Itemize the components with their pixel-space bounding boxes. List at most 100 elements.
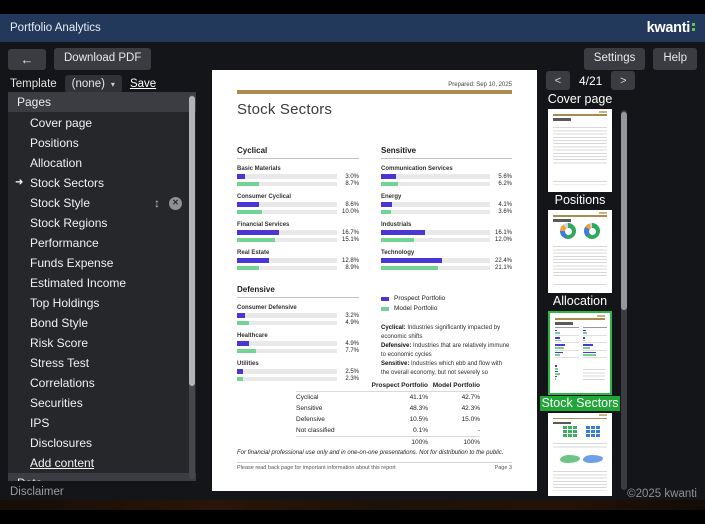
- defensive-section: DefensiveConsumer Defensive3.2%4.9%Healt…: [237, 285, 359, 382]
- mini-world-map: [583, 455, 603, 463]
- thumbnail-label-cover-page[interactable]: Cover page: [548, 92, 613, 107]
- prospect-bar: [237, 202, 259, 207]
- prospect-bar: [381, 230, 425, 235]
- bar-line: 15.1%: [237, 237, 359, 243]
- settings-button[interactable]: Settings: [584, 48, 646, 70]
- bar-line: 4.9%: [237, 320, 359, 326]
- bar-value: 21.1%: [490, 265, 512, 271]
- bar-value: 3.0%: [337, 174, 359, 180]
- prospect-bar: [381, 258, 442, 263]
- add-content-label: Add content: [30, 456, 94, 470]
- bar-value: 8.9%: [337, 265, 359, 271]
- model-bar: [381, 182, 398, 187]
- thumbnail-label-allocation[interactable]: Allocation: [553, 294, 607, 309]
- sidebar-item-label: Disclosures: [30, 436, 92, 450]
- footer-row: Please read back page for important info…: [237, 465, 512, 471]
- sidebar-item-securities[interactable]: Securities: [8, 393, 196, 413]
- chart-legend: Prospect Portfolio Model Portfolio: [381, 295, 512, 312]
- sidebar-item-ips[interactable]: IPS: [8, 413, 196, 433]
- download-pdf-button[interactable]: Download PDF: [54, 48, 151, 70]
- footnote-italic: For financial professional use only and …: [237, 450, 512, 456]
- sector-name: Consumer Cyclical: [237, 194, 359, 200]
- next-page-button[interactable]: >: [611, 71, 635, 90]
- thumbnails-scrollbar-thumb[interactable]: [621, 112, 627, 310]
- sidebar-item-funds-expense[interactable]: Funds Expense: [8, 253, 196, 273]
- sidebar-item-stock-regions[interactable]: Stock Regions: [8, 213, 196, 233]
- sidebar-item-risk-score[interactable]: Risk Score: [8, 333, 196, 353]
- active-page-arrow-icon: ➜: [15, 173, 23, 193]
- summary-table: Prospect PortfolioModel PortfolioCyclica…: [296, 380, 480, 448]
- thumbnail-label-stock-sectors[interactable]: Stock Sectors: [540, 396, 620, 411]
- sidebar-item-label: Allocation: [30, 156, 82, 170]
- bar-line: 2.5%: [237, 369, 359, 375]
- save-template-link[interactable]: Save: [130, 78, 156, 90]
- template-dropdown[interactable]: (none) ▾: [65, 75, 122, 93]
- bar-value: 4.1%: [490, 202, 512, 208]
- mini-page-tag: [599, 111, 607, 113]
- bar-value: 22.4%: [490, 258, 512, 264]
- model-swatch-icon: [381, 307, 389, 311]
- legend-label: Prospect Portfolio: [394, 295, 445, 302]
- mini-page-tag: [599, 212, 607, 214]
- add-content-link[interactable]: Add content: [8, 453, 196, 473]
- mini-accent-bar: [553, 215, 607, 217]
- bar-track: [381, 266, 490, 271]
- sidebar-item-disclosures[interactable]: Disclosures: [8, 433, 196, 453]
- thumbnail-positions[interactable]: [548, 109, 612, 192]
- thumbnails-scrollbar[interactable]: [621, 110, 627, 490]
- bar-track: [381, 174, 490, 179]
- mini-title: [553, 118, 571, 121]
- template-dropdown-value: (none): [72, 78, 105, 90]
- bar-line: 16.7%: [237, 230, 359, 236]
- sidebar-item-positions[interactable]: Positions: [8, 133, 196, 153]
- bar-line: 8.6%: [237, 202, 359, 208]
- mini-bar-column: [555, 327, 579, 359]
- thumbnail-label-positions[interactable]: Positions: [555, 193, 606, 208]
- cyclical-section: CyclicalBasic Materials3.0%8.7%Consumer …: [237, 146, 359, 271]
- sidebar-item-bond-style[interactable]: Bond Style: [8, 313, 196, 333]
- mini-page-tag: [597, 315, 605, 317]
- thumbnail-stock-style-grids[interactable]: [548, 413, 612, 496]
- move-page-icon[interactable]: ↕: [154, 193, 160, 213]
- back-button[interactable]: ←: [8, 49, 46, 70]
- sector-name: Communication Services: [381, 166, 512, 172]
- sidebar-scrollbar[interactable]: [189, 94, 195, 479]
- legend-item: Model Portfolio: [381, 305, 512, 312]
- prospect-bar: [237, 258, 269, 263]
- sidebar-item-stock-style[interactable]: Stock Style↕✕: [8, 193, 196, 213]
- mini-table-rows: [553, 469, 607, 491]
- thumbnail-panel: Cover page Positions Allocation Stock Secto…: [540, 92, 620, 497]
- thumbnail-stock-sectors[interactable]: [548, 311, 612, 394]
- sidebar-item-stress-test[interactable]: Stress Test: [8, 353, 196, 373]
- help-button[interactable]: Help: [653, 48, 697, 70]
- bar-track: [381, 202, 490, 207]
- table-row: Sensitive48.3%42.3%: [296, 403, 480, 414]
- data-section-header: Data: [8, 473, 196, 481]
- sidebar-item-cover-page[interactable]: Cover page: [8, 113, 196, 133]
- bar-track: [237, 258, 337, 263]
- sidebar-item-stock-sectors[interactable]: ➜Stock Sectors: [8, 173, 196, 193]
- sidebar-item-allocation[interactable]: Allocation: [8, 153, 196, 173]
- sidebar-item-label: Stock Regions: [30, 216, 107, 230]
- sidebar-item-top-holdings[interactable]: Top Holdings: [8, 293, 196, 313]
- table-row: Defensive10.5%15.0%: [296, 414, 480, 425]
- remove-page-icon[interactable]: ✕: [169, 197, 182, 210]
- thumbnail-allocation[interactable]: [548, 210, 612, 293]
- sidebar-item-correlations[interactable]: Correlations: [8, 373, 196, 393]
- prospect-bar: [381, 202, 392, 207]
- mini-page-tag: [599, 414, 607, 416]
- sidebar-scrollbar-thumb[interactable]: [189, 96, 195, 386]
- table-cell: 42.3%: [428, 405, 480, 412]
- prospect-bar: [237, 341, 249, 346]
- mini-bar-column: [583, 327, 607, 359]
- sidebar-item-performance[interactable]: Performance: [8, 233, 196, 253]
- disclaimer-link[interactable]: Disclaimer: [10, 486, 64, 498]
- copyright-text: ©2025 kwanti: [627, 488, 697, 500]
- page-number: Page 3: [495, 465, 512, 471]
- table-cell: 15.0%: [428, 416, 480, 423]
- mini-footer-rows: [553, 179, 607, 185]
- sidebar-item-estimated-income[interactable]: Estimated Income: [8, 273, 196, 293]
- definition-cyclical: Cyclical: Industries significantly impac…: [381, 324, 512, 342]
- previous-page-button[interactable]: <: [546, 71, 570, 90]
- mini-title: [555, 322, 573, 325]
